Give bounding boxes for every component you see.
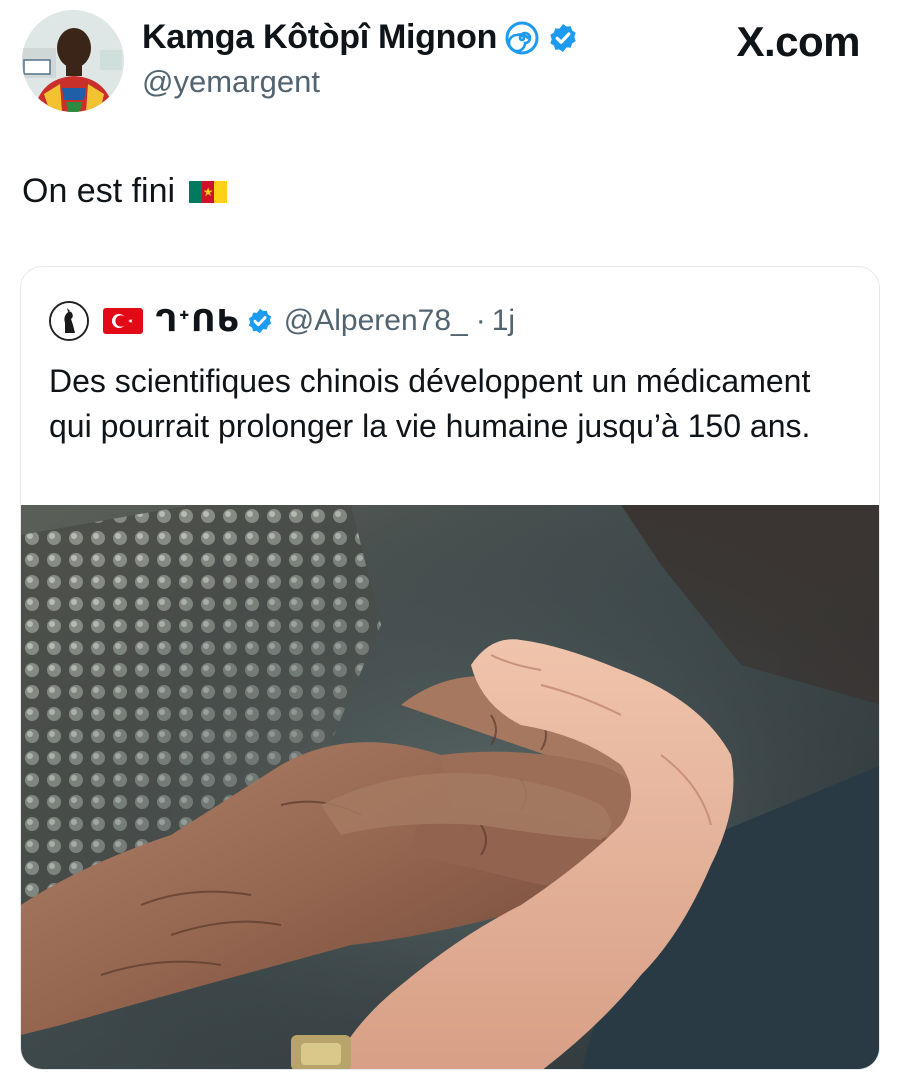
- quoted-tweet-image[interactable]: [21, 505, 879, 1069]
- quoted-author-name[interactable]: ᒉᐩᑎᑲ: [155, 304, 240, 339]
- quoted-author-handle[interactable]: @Alperen78_: [284, 304, 468, 338]
- tweet-text-row: On est fini ★: [22, 172, 228, 211]
- quoted-tweet-card[interactable]: ᒉᐩᑎᑲ @Alperen78_ · 1j Des scientifiques …: [20, 266, 880, 1070]
- brand-logo: X.com: [736, 18, 860, 65]
- tweet-text: On est fini: [22, 172, 176, 210]
- separator-dot: ·: [475, 304, 486, 337]
- author-name-row[interactable]: Kamga Kôtòpî Mignon: [142, 18, 579, 57]
- author-avatar[interactable]: [22, 10, 124, 112]
- quoted-author-avatar[interactable]: [49, 301, 89, 341]
- verified-badge-icon: [547, 22, 579, 54]
- verified-badge-icon: [246, 307, 274, 335]
- spiral-icon: [505, 21, 539, 55]
- quoted-tweet-header: ᒉᐩᑎᑲ @Alperen78_ · 1j: [49, 301, 515, 341]
- quoted-tweet-text: Des scientifiques chinois développent un…: [49, 363, 811, 444]
- turkey-flag-icon: [103, 308, 143, 334]
- author-handle[interactable]: @yemargent: [142, 64, 320, 100]
- cameroon-flag-icon: ★: [189, 180, 228, 203]
- quoted-timestamp[interactable]: 1j: [492, 304, 515, 338]
- tweet-screenshot: Kamga Kôtòpî Mignon @yemargent X.com On …: [0, 0, 898, 1080]
- author-name[interactable]: Kamga Kôtòpî Mignon: [142, 18, 497, 57]
